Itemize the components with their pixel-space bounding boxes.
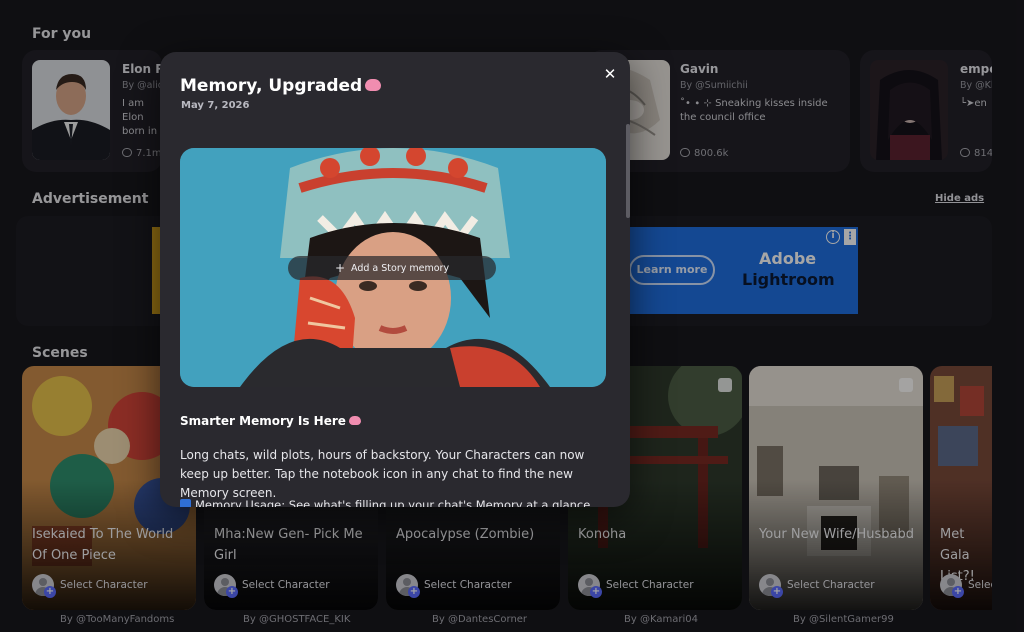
add-story-memory-button[interactable]: + Add a Story memory (288, 256, 496, 280)
modal-title: Memory, Upgraded (180, 76, 382, 96)
modal-body-text: Long chats, wild plots, hours of backsto… (180, 448, 585, 500)
scrollbar-thumb[interactable] (626, 124, 630, 218)
plus-icon: + (334, 261, 345, 275)
modal-date: May 7, 2026 (181, 100, 250, 111)
section-heading: Smarter Memory Is Here (180, 414, 361, 428)
close-icon[interactable]: ✕ (600, 64, 620, 84)
bar-chart-icon (180, 499, 191, 507)
app-page: For you Elon Re By @alic I am Elon born … (0, 0, 1024, 632)
brain-icon (365, 79, 382, 91)
brain-icon (348, 416, 361, 425)
memory-usage-line: Memory Usage: See what's filling up your… (180, 498, 610, 507)
hero-image: + Add a Story memory (180, 148, 606, 387)
memory-upgraded-modal: Memory, Upgraded May 7, 2026 ✕ + Add a S… (160, 52, 630, 507)
